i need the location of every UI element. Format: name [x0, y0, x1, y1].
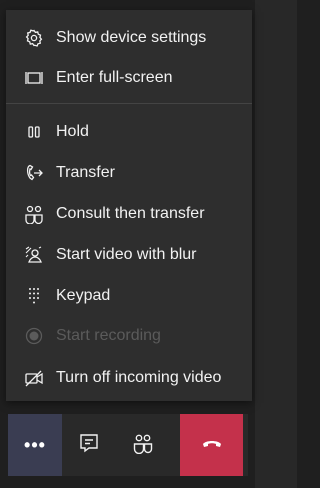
- fullscreen-icon: [24, 68, 44, 88]
- chat-icon: [78, 432, 100, 459]
- blur-video-icon: [24, 245, 44, 265]
- menu-item-label: Enter full-screen: [56, 69, 173, 86]
- pause-icon: [24, 122, 44, 142]
- menu-item-label: Start video with blur: [56, 246, 197, 263]
- participants-button[interactable]: [116, 414, 170, 476]
- hang-up-icon: [201, 432, 223, 459]
- menu-item-show-device-settings[interactable]: Show device settings: [6, 22, 252, 54]
- participants-icon: [132, 432, 154, 459]
- chat-button[interactable]: [62, 414, 116, 476]
- call-toolbar: •••: [8, 414, 248, 476]
- hang-up-button[interactable]: [180, 414, 243, 476]
- record-icon: [24, 326, 44, 346]
- menu-item-label: Transfer: [56, 164, 115, 181]
- menu-item-hold[interactable]: Hold: [6, 116, 252, 148]
- menu-item-label: Start recording: [56, 327, 161, 344]
- video-off-icon: [24, 368, 44, 388]
- menu-item-label: Show device settings: [56, 29, 207, 46]
- keypad-icon: [24, 286, 44, 306]
- menu-item-label: Consult then transfer: [56, 205, 205, 222]
- menu-item-label: Keypad: [56, 287, 111, 304]
- menu-item-label: Turn off incoming video: [56, 369, 222, 386]
- menu-divider: [6, 103, 252, 104]
- gear-icon: [24, 28, 44, 48]
- more-actions-menu: Show device settings Enter full-screen H…: [6, 10, 252, 401]
- menu-item-start-recording: Start recording: [6, 320, 252, 352]
- menu-item-label: Hold: [56, 123, 89, 140]
- more-actions-button[interactable]: •••: [8, 414, 62, 476]
- menu-item-start-video-with-blur[interactable]: Start video with blur: [6, 239, 252, 271]
- menu-item-transfer[interactable]: Transfer: [6, 157, 252, 189]
- menu-item-turn-off-incoming-video[interactable]: Turn off incoming video: [6, 362, 252, 394]
- more-icon: •••: [24, 434, 46, 455]
- consult-transfer-icon: [24, 204, 44, 224]
- transfer-icon: [24, 163, 44, 183]
- background-panel: [255, 0, 297, 488]
- menu-item-enter-full-screen[interactable]: Enter full-screen: [6, 62, 252, 94]
- menu-item-consult-then-transfer[interactable]: Consult then transfer: [6, 198, 252, 230]
- menu-item-keypad[interactable]: Keypad: [6, 280, 252, 312]
